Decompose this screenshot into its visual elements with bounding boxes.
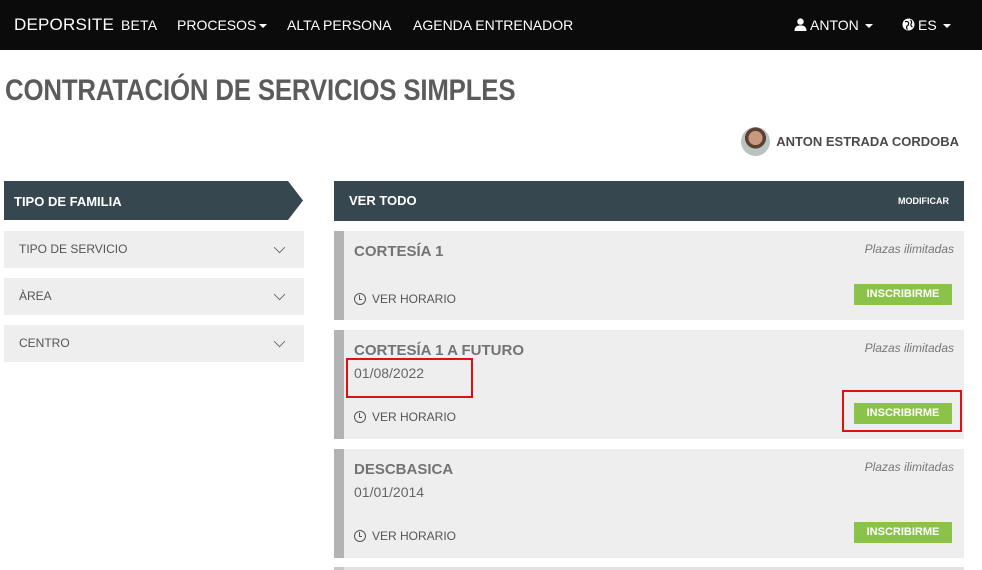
service-places: Plazas ilimitadas [864, 242, 954, 256]
user-menu-label: ANTON [810, 17, 859, 33]
service-name: DESCBASICA [354, 461, 454, 478]
nav-agenda-entrenador[interactable]: AGENDA ENTRENADOR [413, 17, 573, 33]
date-highlight-box [346, 358, 473, 398]
user-menu[interactable]: ANTON [794, 17, 873, 33]
service-card-descbasica: DESCBASICA 01/01/2014 Plazas ilimitadas … [334, 449, 964, 558]
clock-icon [354, 530, 366, 542]
view-schedule-label: VER HORARIO [372, 529, 457, 543]
filter-area[interactable]: ÀREA [4, 278, 304, 315]
view-schedule-link[interactable]: VER HORARIO [354, 292, 456, 306]
page-title: CONTRATACIÓN DE SERVICIOS SIMPLES [5, 74, 516, 107]
modify-link[interactable]: MODIFICAR [898, 196, 949, 206]
service-name: CORTESÍA 1 A FUTURO [354, 342, 525, 359]
avatar [741, 126, 771, 156]
view-schedule-label: VER HORARIO [372, 410, 457, 424]
language-menu[interactable]: ES [902, 17, 951, 33]
caret-down-icon [259, 24, 268, 29]
user-profile: ANTON ESTRADA CORDOBA [741, 126, 959, 156]
enroll-button[interactable]: INSCRIBIRME [854, 522, 952, 543]
nav-alta-persona[interactable]: ALTA PERSONA [287, 17, 392, 33]
services-header-title: VER TODO [349, 193, 417, 208]
chevron-down-icon [273, 241, 286, 254]
language-label: ES [918, 17, 937, 33]
enroll-button[interactable]: INSCRIBIRME [854, 284, 952, 305]
view-schedule-label: VER HORARIO [372, 292, 457, 306]
view-schedule-link[interactable]: VER HORARIO [354, 529, 456, 543]
service-card-cortesia-1: CORTESÍA 1 Plazas ilimitadas VER HORARIO… [334, 231, 964, 320]
sidebar-header: TIPO DE FAMILIA [4, 181, 303, 220]
nav-alta-persona-label: ALTA PERSONA [287, 17, 392, 33]
service-places: Plazas ilimitadas [864, 460, 954, 474]
filter-label: CENTRO [19, 336, 70, 350]
filter-label: TIPO DE SERVICIO [19, 242, 128, 256]
filter-label: ÀREA [19, 289, 52, 303]
view-schedule-link[interactable]: VER HORARIO [354, 410, 456, 424]
brand-logo[interactable]: DEPORSITE BETA [14, 15, 157, 35]
nav-procesos[interactable]: PROCESOS [177, 17, 268, 33]
user-full-name: ANTON ESTRADA CORDOBA [776, 133, 959, 149]
sidebar-header-title: TIPO DE FAMILIA [14, 194, 122, 209]
top-navbar: DEPORSITE BETA PROCESOS ALTA PERSONA AGE… [0, 0, 982, 50]
service-places: Plazas ilimitadas [864, 341, 954, 355]
nav-agenda-entrenador-label: AGENDA ENTRENADOR [413, 17, 574, 33]
caret-down-icon [864, 24, 873, 29]
button-highlight-box [842, 390, 962, 432]
caret-down-icon [942, 24, 951, 29]
services-header: VER TODO MODIFICAR [334, 181, 964, 221]
service-name: CORTESÍA 1 [354, 243, 444, 260]
clock-icon [354, 293, 366, 305]
clock-icon [354, 411, 366, 423]
chevron-down-icon [273, 288, 286, 301]
filter-tipo-de-servicio[interactable]: TIPO DE SERVICIO [4, 231, 304, 268]
brand-tag: BETA [120, 17, 158, 33]
globe-icon [902, 18, 915, 31]
service-date: 01/01/2014 [354, 484, 425, 500]
filter-centro[interactable]: CENTRO [4, 325, 304, 362]
user-icon [794, 18, 807, 31]
chevron-down-icon [273, 335, 286, 348]
nav-procesos-label: PROCESOS [177, 17, 257, 33]
brand-name: DEPORSITE [14, 15, 115, 34]
